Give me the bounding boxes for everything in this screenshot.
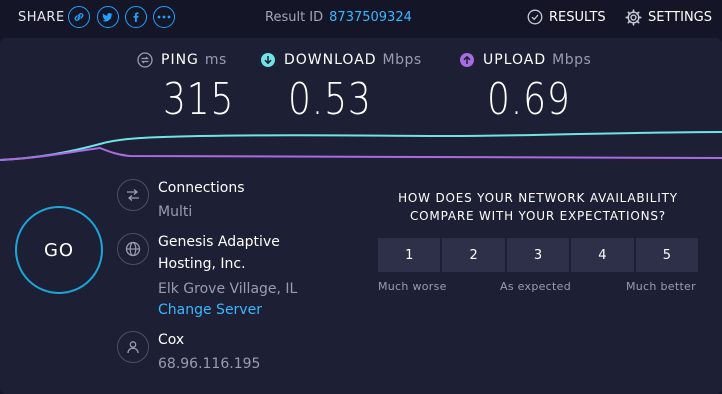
change-server-link[interactable]: Change Server	[158, 302, 262, 318]
ping-value: 315	[163, 74, 235, 125]
server-name-line1: Genesis Adaptive	[158, 234, 280, 250]
share-label: SHARE	[18, 10, 65, 25]
connections-icon	[117, 179, 149, 211]
download-label: DOWNLOAD	[284, 52, 377, 68]
upload-unit: Mbps	[552, 52, 592, 68]
connections-mode[interactable]: Multi	[158, 204, 192, 220]
upload-metric: UPLOAD Mbps 0.69	[459, 52, 592, 125]
download-metric: DOWNLOAD Mbps 0.53	[260, 52, 422, 125]
ping-icon	[137, 52, 153, 68]
scale-mid-label: As expected	[500, 280, 571, 293]
server-name-line2: Hosting, Inc.	[158, 256, 246, 272]
result-id: Result ID 8737509324	[265, 10, 412, 25]
survey-question: HOW DOES YOUR NETWORK AVAILABILITY COMPA…	[380, 189, 696, 225]
check-circle-icon	[527, 9, 543, 25]
connections-title: Connections	[158, 180, 245, 196]
more-icon[interactable]	[153, 6, 175, 28]
scale-high-label: Much better	[626, 280, 696, 293]
results-button[interactable]: RESULTS	[527, 9, 606, 25]
ping-unit: ms	[204, 52, 227, 68]
rating-option-1[interactable]: 1	[378, 238, 441, 272]
rating-option-4[interactable]: 4	[571, 238, 634, 272]
ping-label: PING	[161, 52, 199, 68]
result-id-value[interactable]: 8737509324	[329, 10, 412, 25]
server-location: Elk Grove Village, IL	[158, 281, 298, 297]
download-value: 0.53	[288, 74, 372, 125]
user-icon	[117, 331, 149, 363]
rating-option-2[interactable]: 2	[442, 238, 505, 272]
ping-metric: PING ms 315	[137, 52, 234, 125]
upload-value: 0.69	[487, 74, 571, 125]
facebook-icon[interactable]	[125, 6, 147, 28]
go-button[interactable]: GO	[15, 206, 103, 294]
download-icon	[261, 53, 275, 67]
isp-name: Cox	[158, 332, 185, 348]
rating-option-3[interactable]: 3	[506, 238, 570, 272]
rating-scale: 1 2 3 4 5	[378, 238, 699, 272]
results-panel: PING ms 315 DOWNLOAD Mbps 0.53 UPLOAD Mb…	[0, 38, 722, 394]
survey-question-line2: COMPARE WITH YOUR EXPECTATIONS?	[410, 209, 666, 223]
twitter-icon[interactable]	[97, 6, 119, 28]
link-icon[interactable]	[68, 6, 90, 28]
settings-button[interactable]: SETTINGS	[625, 9, 712, 26]
top-bar: SHARE Result ID 8737509324 RESULTS SETTIN…	[0, 0, 722, 36]
upload-icon	[460, 53, 474, 67]
rating-option-5[interactable]: 5	[635, 238, 699, 272]
scale-low-label: Much worse	[378, 280, 447, 293]
go-label: GO	[43, 239, 75, 261]
download-unit: Mbps	[382, 52, 422, 68]
speed-graph	[0, 131, 722, 161]
isp-ip: 68.96.116.195	[158, 356, 261, 372]
globe-icon	[117, 233, 149, 265]
upload-line	[0, 146, 722, 161]
upload-label: UPLOAD	[483, 52, 547, 68]
result-id-label: Result ID	[265, 10, 324, 25]
gear-icon	[625, 9, 642, 26]
settings-label: SETTINGS	[648, 10, 713, 25]
results-label: RESULTS	[549, 9, 606, 25]
survey-question-line1: HOW DOES YOUR NETWORK AVAILABILITY	[398, 191, 678, 205]
